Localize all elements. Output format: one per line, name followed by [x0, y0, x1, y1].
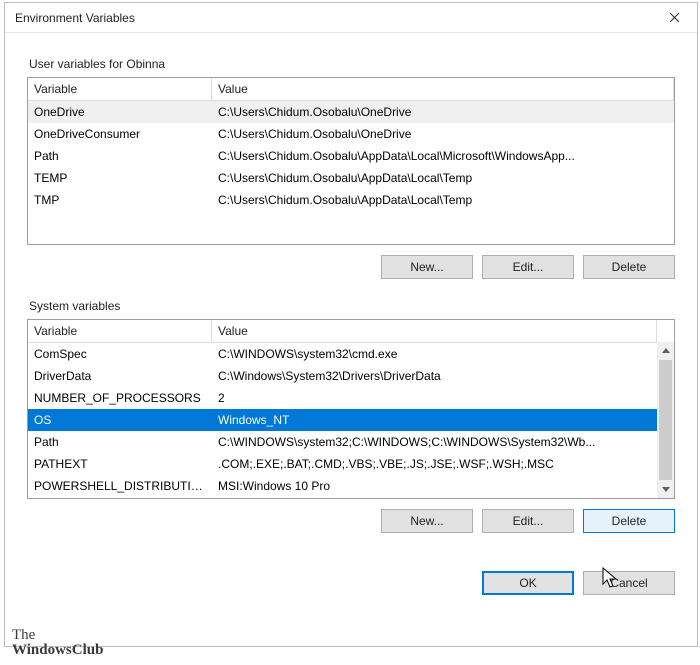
- cell-value: Windows_NT: [212, 411, 657, 429]
- cell-variable: TMP: [28, 191, 212, 209]
- cell-variable: Path: [28, 433, 212, 451]
- cell-value: C:\WINDOWS\system32;C:\WINDOWS;C:\WINDOW…: [212, 433, 657, 451]
- table-header: Variable Value: [28, 78, 674, 101]
- column-variable[interactable]: Variable: [28, 320, 212, 342]
- system-variables-group: System variables Variable Value ComSpecC…: [27, 299, 675, 535]
- table-row[interactable]: PATHEXT.COM;.EXE;.BAT;.CMD;.VBS;.VBE;.JS…: [28, 453, 657, 475]
- watermark-line2: WindowsClub: [12, 643, 103, 659]
- table-row[interactable]: ComSpecC:\WINDOWS\system32\cmd.exe: [28, 343, 657, 365]
- cell-variable: Path: [28, 147, 212, 165]
- scroll-up-arrow[interactable]: [657, 342, 674, 359]
- system-variables-title: System variables: [29, 299, 675, 313]
- cell-variable: PATHEXT: [28, 455, 212, 473]
- vertical-scrollbar[interactable]: [657, 342, 674, 498]
- cell-value: C:\WINDOWS\system32\cmd.exe: [212, 345, 657, 363]
- cell-variable: NUMBER_OF_PROCESSORS: [28, 389, 212, 407]
- table-row[interactable]: PathC:\Users\Chidum.Osobalu\AppData\Loca…: [28, 145, 674, 167]
- cell-value: C:\Users\Chidum.Osobalu\OneDrive: [212, 125, 674, 143]
- cell-variable: OneDriveConsumer: [28, 125, 212, 143]
- cell-value: C:\Users\Chidum.Osobalu\AppData\Local\Te…: [212, 191, 674, 209]
- close-button[interactable]: [651, 3, 697, 33]
- user-variables-title: User variables for Obinna: [29, 57, 675, 71]
- environment-variables-dialog: Environment Variables User variables for…: [4, 2, 698, 647]
- dialog-buttons-row: OK Cancel: [27, 553, 675, 597]
- table-row[interactable]: OneDriveConsumerC:\Users\Chidum.Osobalu\…: [28, 123, 674, 145]
- cell-variable: OS: [28, 411, 212, 429]
- table-row[interactable]: TEMPC:\Users\Chidum.Osobalu\AppData\Loca…: [28, 167, 674, 189]
- cell-value: C:\Users\Chidum.Osobalu\OneDrive: [212, 103, 674, 121]
- table-row[interactable]: POWERSHELL_DISTRIBUTIO...MSI:Windows 10 …: [28, 475, 657, 497]
- close-icon: [669, 12, 680, 23]
- column-value[interactable]: Value: [212, 78, 674, 100]
- table-row[interactable]: TMPC:\Users\Chidum.Osobalu\AppData\Local…: [28, 189, 674, 211]
- user-edit-button[interactable]: Edit...: [482, 255, 574, 279]
- cell-variable: OneDrive: [28, 103, 212, 121]
- cell-value: MSI:Windows 10 Pro: [212, 477, 657, 495]
- user-buttons-row: New... Edit... Delete: [27, 245, 675, 281]
- window-title: Environment Variables: [15, 11, 651, 25]
- watermark-logo: The WindowsClub: [12, 628, 103, 660]
- user-variables-table[interactable]: Variable Value OneDriveC:\Users\Chidum.O…: [27, 77, 675, 245]
- cancel-button[interactable]: Cancel: [583, 571, 675, 595]
- cell-value: .COM;.EXE;.BAT;.CMD;.VBS;.VBE;.JS;.JSE;.…: [212, 455, 657, 473]
- user-new-button[interactable]: New...: [381, 255, 473, 279]
- system-edit-button[interactable]: Edit...: [482, 509, 574, 533]
- table-row[interactable]: OneDriveC:\Users\Chidum.Osobalu\OneDrive: [28, 101, 674, 123]
- table-header: Variable Value: [28, 320, 674, 343]
- scroll-thumb[interactable]: [659, 360, 672, 480]
- cell-value: 2: [212, 389, 657, 407]
- cell-value: C:\Users\Chidum.Osobalu\AppData\Local\Mi…: [212, 147, 674, 165]
- user-variables-group: User variables for Obinna Variable Value…: [27, 57, 675, 281]
- table-row[interactable]: OSWindows_NT: [28, 409, 657, 431]
- column-value[interactable]: Value: [212, 320, 657, 342]
- system-buttons-row: New... Edit... Delete: [27, 499, 675, 535]
- user-delete-button[interactable]: Delete: [583, 255, 675, 279]
- scroll-down-arrow[interactable]: [657, 481, 674, 498]
- cell-variable: TEMP: [28, 169, 212, 187]
- cell-value: C:\Windows\System32\Drivers\DriverData: [212, 367, 657, 385]
- table-row[interactable]: PathC:\WINDOWS\system32;C:\WINDOWS;C:\WI…: [28, 431, 657, 453]
- system-new-button[interactable]: New...: [381, 509, 473, 533]
- column-variable[interactable]: Variable: [28, 78, 212, 100]
- cell-variable: DriverData: [28, 367, 212, 385]
- table-row[interactable]: DriverDataC:\Windows\System32\Drivers\Dr…: [28, 365, 657, 387]
- watermark-line1: The: [12, 628, 103, 644]
- system-delete-button[interactable]: Delete: [583, 509, 675, 533]
- table-row[interactable]: NUMBER_OF_PROCESSORS2: [28, 387, 657, 409]
- cell-variable: POWERSHELL_DISTRIBUTIO...: [28, 477, 212, 495]
- system-variables-table[interactable]: Variable Value ComSpecC:\WINDOWS\system3…: [27, 319, 675, 499]
- titlebar: Environment Variables: [5, 3, 697, 33]
- ok-button[interactable]: OK: [482, 571, 574, 595]
- cell-variable: ComSpec: [28, 345, 212, 363]
- cell-value: C:\Users\Chidum.Osobalu\AppData\Local\Te…: [212, 169, 674, 187]
